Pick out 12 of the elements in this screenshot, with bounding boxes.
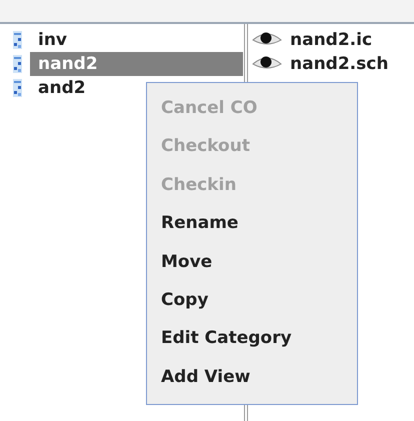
cell-icon (13, 79, 22, 97)
cell-name[interactable]: nand2 (30, 52, 243, 76)
menu-item[interactable]: Copy (147, 280, 357, 320)
cell-icon (13, 55, 22, 73)
view-name[interactable]: nand2.sch (290, 54, 388, 74)
menu-item[interactable]: Move (147, 242, 357, 281)
cell-name[interactable]: inv (30, 28, 243, 52)
cell-icon (13, 31, 22, 49)
menu-item[interactable]: Edit Category (147, 319, 357, 358)
menu-item[interactable]: Add View (147, 358, 357, 396)
menu-item[interactable]: Rename (147, 204, 357, 243)
view-name[interactable]: nand2.ic (290, 30, 372, 50)
